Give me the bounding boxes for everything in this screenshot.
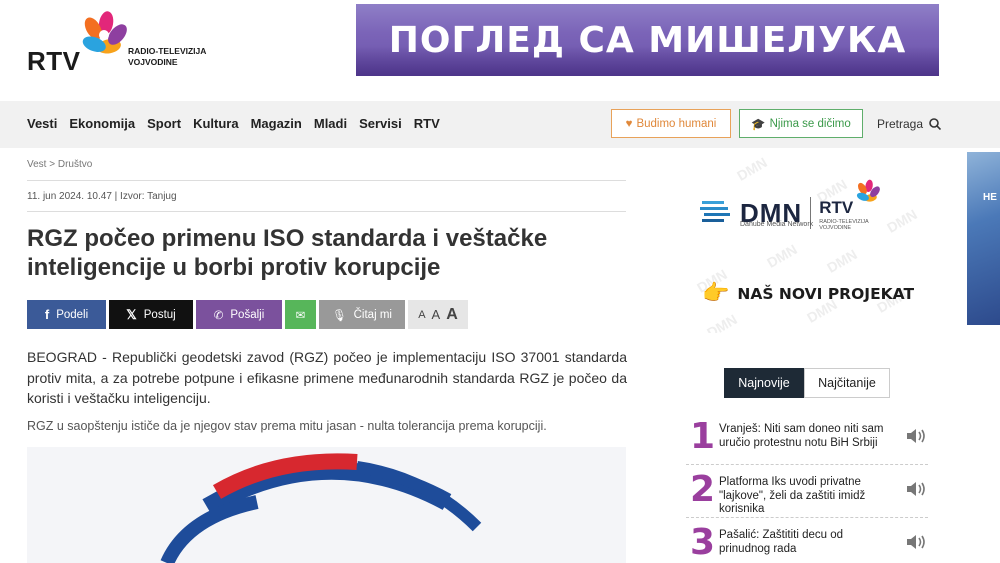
speaker-icon[interactable] (905, 534, 927, 550)
search-button[interactable]: Pretraga (877, 117, 942, 131)
nav-item-magazin[interactable]: Magazin (251, 116, 302, 131)
logo-subtitle-line-2: VOJVODINE (128, 57, 178, 67)
list-item[interactable]: 2 Platforma Iks uvodi privatne "lajkove"… (686, 471, 928, 518)
viber-icon: ✆ (213, 309, 224, 322)
facebook-share-label: Podeli (56, 308, 89, 321)
facebook-share-button[interactable]: f Podeli (27, 300, 106, 329)
article-image (27, 447, 626, 563)
pointing-hand-icon: 👉 (702, 281, 730, 306)
njima-se-dicimo-button[interactable]: 🎓 Njima se dičimo (739, 109, 863, 138)
nav-menu: Vesti Ekonomija Sport Kultura Magazin Ml… (27, 116, 452, 131)
dmn-subtitle: Danube Media Network (740, 221, 814, 228)
banner-text: ПОГЛЕД СА МИШЕЛУКА (388, 20, 907, 61)
news-headline[interactable]: Platforma Iks uvodi privatne "lajkove", … (719, 476, 889, 517)
read-aloud-button[interactable]: 🎙 Čitaj mi (319, 300, 405, 329)
divider (27, 180, 626, 181)
list-item[interactable]: 3 Pašalić: Zaštititi decu od prinudnog r… (686, 524, 928, 563)
budimo-humani-label: Budimo humani (636, 117, 717, 130)
dmn-watermark: DMN (764, 241, 800, 271)
list-item[interactable]: 1 Vranješ: Niti sam doneo niti sam uruči… (686, 418, 928, 465)
speaker-icon[interactable] (905, 428, 927, 444)
dmn-watermark: DMN (704, 311, 740, 333)
main-navbar: Vesti Ekonomija Sport Kultura Magazin Ml… (0, 101, 1000, 148)
search-label: Pretraga (877, 117, 924, 131)
dmn-promo-box[interactable]: DMN DMN DMN DMN DMN DMN DMN DMN DMN DMN … (686, 153, 930, 333)
side-ad-text: НЕ (983, 192, 997, 203)
nav-item-vesti[interactable]: Vesti (27, 116, 57, 131)
facebook-icon: f (44, 307, 50, 322)
tab-najcitanije[interactable]: Najčitanije (804, 368, 890, 398)
article-paragraph: RGZ u saopštenju ističe da je njegov sta… (27, 419, 547, 433)
logo-subtitle: RADIO-TELEVIZIJA VOJVODINE (128, 46, 206, 68)
read-aloud-label: Čitaj mi (353, 308, 392, 321)
envelope-icon: ✉ (295, 309, 306, 322)
news-rank: 3 (690, 522, 716, 563)
news-headline[interactable]: Pašalić: Zaštititi decu od prinudnog rad… (719, 529, 889, 556)
font-medium-button[interactable]: A (432, 307, 441, 322)
divider (27, 211, 626, 212)
rtv-logo[interactable]: RTV RADIO-TELEVIZIJA VOJVODINE (27, 10, 227, 80)
font-large-button[interactable]: A (446, 306, 458, 324)
budimo-humani-button[interactable]: ♥ Budimo humani (611, 109, 731, 138)
news-headline[interactable]: Vranješ: Niti sam doneo niti sam uručio … (719, 423, 889, 450)
nav-item-ekonomija[interactable]: Ekonomija (69, 116, 135, 131)
dmn-rtv-text: RTV (819, 198, 854, 217)
dmn-watermark: DMN (734, 154, 770, 184)
dmn-cta: 👉 NAŠ NOVI PROJEKAT (702, 281, 914, 306)
site-header: RTV RADIO-TELEVIZIJA VOJVODINE ПОГЛЕД СА… (0, 0, 1000, 101)
rtv-flower-icon (857, 179, 881, 202)
search-icon (929, 118, 942, 130)
side-skyscraper-ad[interactable]: НЕ (967, 152, 1000, 325)
heart-icon: ♥ (625, 117, 633, 130)
dmn-watermark: DMN (824, 246, 860, 276)
nav-item-sport[interactable]: Sport (147, 116, 181, 131)
dmn-rtv-logo: RTV RADIO-TELEVIZIJA VOJVODINE (819, 179, 899, 233)
article-title: RGZ počeo primenu ISO standarda i veštač… (27, 225, 548, 281)
dmn-rtv-subtitle-line-2: VOJVODINE (819, 225, 852, 231)
dmn-wave-icon (700, 201, 730, 222)
news-rank: 1 (690, 416, 716, 457)
rgz-logo-image (160, 453, 482, 563)
dmn-rtv-subtitle: RADIO-TELEVIZIJA VOJVODINE (819, 219, 869, 231)
email-share-button[interactable]: ✉ (285, 300, 316, 329)
share-toolbar: f Podeli 𝕏 Postuj ✆ Pošalji ✉ 🎙 Čitaj mi… (27, 300, 468, 329)
article-meta: 11. jun 2024. 10.47 | Izvor: Tanjug (27, 191, 177, 202)
viber-share-button[interactable]: ✆ Pošalji (196, 300, 282, 329)
nav-item-rtv[interactable]: RTV (414, 116, 440, 131)
nav-item-kultura[interactable]: Kultura (193, 116, 239, 131)
microphone-icon: 🎙 (332, 309, 347, 322)
graduation-cap-icon: 🎓 (751, 118, 766, 131)
sidebar-tabs: Najnovije Najčitanije (724, 368, 890, 398)
logo-subtitle-line-1: RADIO-TELEVIZIJA (128, 46, 207, 56)
x-icon: 𝕏 (126, 306, 137, 322)
font-size-controls: A A A (408, 300, 468, 329)
x-share-button[interactable]: 𝕏 Postuj (109, 300, 193, 329)
dmn-cta-label: NAŠ NOVI PROJEKAT (737, 284, 915, 303)
news-rank: 2 (690, 469, 716, 510)
rtv-flower-icon (82, 11, 127, 54)
nav-item-mladi[interactable]: Mladi (314, 116, 347, 131)
logo-text: RTV (27, 46, 81, 76)
nav-item-servisi[interactable]: Servisi (359, 116, 402, 131)
viber-share-label: Pošalji (230, 308, 265, 321)
speaker-icon[interactable] (905, 481, 927, 497)
latest-news-list: 1 Vranješ: Niti sam doneo niti sam uruči… (686, 418, 928, 563)
x-share-label: Postuj (143, 308, 176, 321)
breadcrumb[interactable]: Vest > Društvo (27, 159, 92, 170)
font-small-button[interactable]: A (418, 309, 425, 321)
njima-se-dicimo-label: Njima se dičimo (769, 117, 851, 130)
top-banner-ad[interactable]: ПОГЛЕД СА МИШЕЛУКА (356, 4, 939, 76)
article-lead: BEOGRAD - Republički geodetski zavod (RG… (27, 349, 627, 406)
tab-najnovije[interactable]: Najnovije (724, 368, 804, 398)
